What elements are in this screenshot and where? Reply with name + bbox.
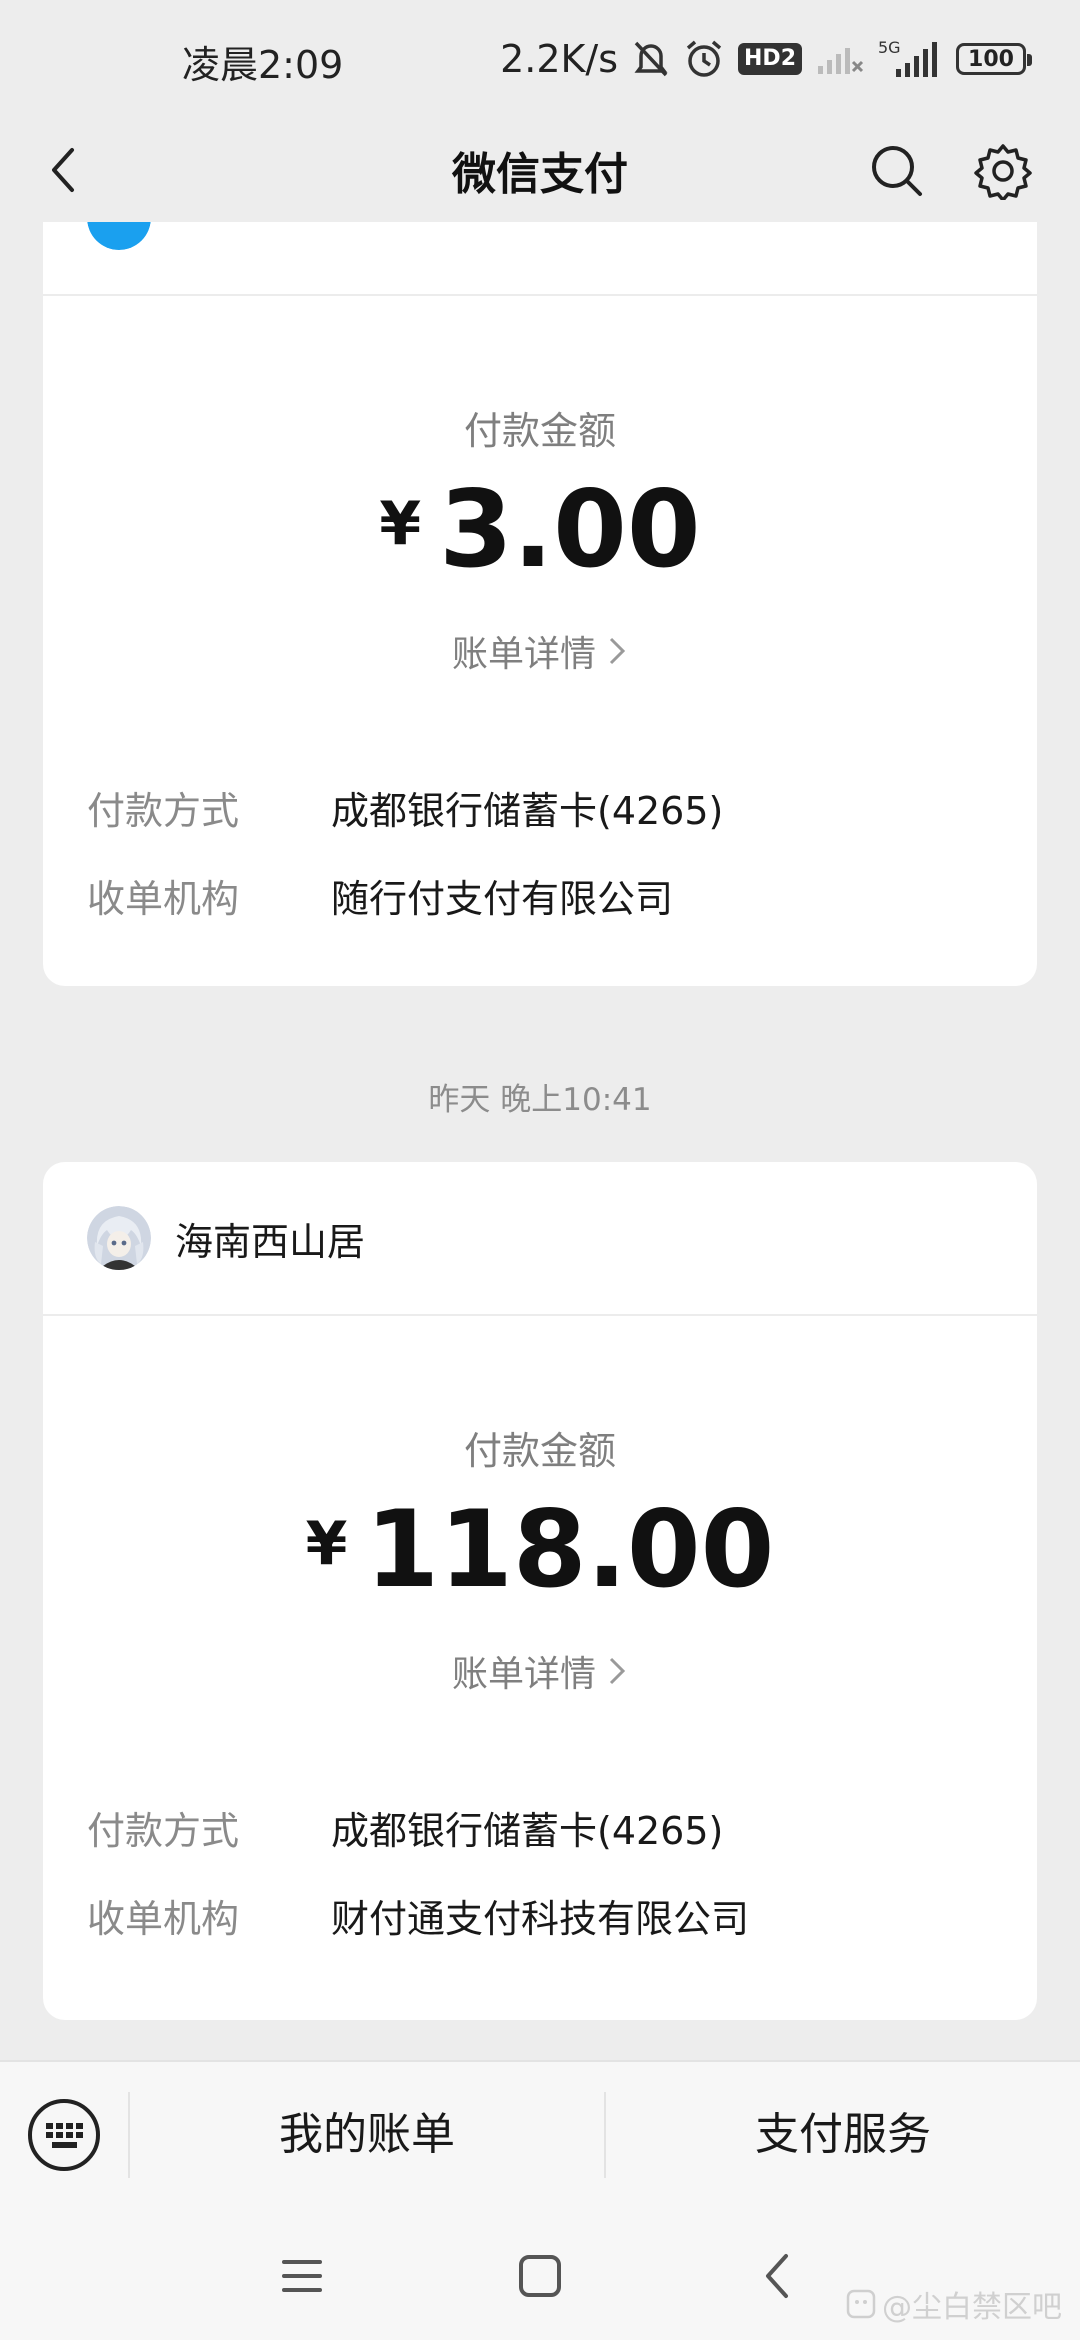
merchant-avatar xyxy=(87,222,151,250)
amount-display: ¥ 118.00 xyxy=(43,1491,1037,1609)
acquirer-value: 随行付支付有限公司 xyxy=(331,876,674,921)
keyboard-icon xyxy=(28,2099,100,2171)
back-button[interactable] xyxy=(40,144,92,196)
amount-value: 118.00 xyxy=(365,1488,775,1611)
network-type: 5G xyxy=(878,39,901,57)
status-indicators: 2.2K/s HD2 5G 100 xyxy=(500,34,1032,84)
search-button[interactable] xyxy=(868,142,924,198)
status-time: 凌晨2:09 xyxy=(182,43,344,87)
payment-card[interactable]: 付款金额 ¥ 3.00 账单详情 付款方式 成都银行储蓄卡(4265) 收单机构… xyxy=(43,222,1037,986)
home-square-icon xyxy=(519,2255,561,2297)
amount-label: 付款金额 xyxy=(463,409,616,453)
acquirer-value: 财付通支付科技有限公司 xyxy=(331,1896,750,1941)
merchant-name: 海南西山居 xyxy=(175,1219,366,1264)
info-row: 收单机构 财付通支付科技有限公司 xyxy=(87,1871,1037,1959)
amount-label: 付款金额 xyxy=(463,1429,616,1473)
payment-info: 付款方式 成都银行储蓄卡(4265) 收单机构 财付通支付科技有限公司 xyxy=(43,1783,1037,1959)
page-title: 微信支付 xyxy=(452,149,628,200)
bill-detail-label: 账单详情 xyxy=(451,1654,596,1695)
currency-symbol: ¥ xyxy=(379,489,422,559)
payment-method-label: 付款方式 xyxy=(87,788,240,833)
settings-button[interactable] xyxy=(974,142,1032,202)
alarm-icon xyxy=(684,39,724,79)
info-row: 收单机构 随行付支付有限公司 xyxy=(87,851,1037,939)
bill-detail-link[interactable]: 账单详情 xyxy=(43,625,1037,677)
net-speed: 2.2K/s xyxy=(500,37,619,81)
currency-symbol: ¥ xyxy=(305,1509,348,1579)
gear-icon xyxy=(974,144,1032,202)
chevron-left-icon xyxy=(52,148,74,192)
chevron-right-icon xyxy=(609,637,626,665)
forum-logo-icon xyxy=(846,2289,876,2319)
payment-services-menu[interactable]: 支付服务 xyxy=(604,2092,1080,2178)
menu-button[interactable] xyxy=(274,2248,330,2304)
bell-muted-icon xyxy=(632,39,670,79)
info-row: 付款方式 成都银行储蓄卡(4265) xyxy=(87,1783,1037,1871)
battery-icon: 100 xyxy=(956,43,1032,75)
bill-detail-label: 账单详情 xyxy=(451,634,596,675)
nav-back-button[interactable] xyxy=(750,2248,806,2304)
merchant-header[interactable]: 海南西山居 xyxy=(43,1162,1037,1316)
chevron-right-icon xyxy=(609,1657,626,1685)
search-icon xyxy=(872,146,922,196)
status-bar: 凌晨2:09 2.2K/s HD2 5G 100 xyxy=(0,0,1080,118)
amount-value: 3.00 xyxy=(439,468,701,591)
payment-method-value: 成都银行储蓄卡(4265) xyxy=(331,1808,724,1853)
home-button[interactable] xyxy=(512,2248,568,2304)
acquirer-label: 收单机构 xyxy=(87,1896,240,1941)
menu-icon xyxy=(282,2260,322,2292)
system-nav-bar: @尘白禁区吧 xyxy=(0,2208,1080,2340)
hd-badge: HD2 xyxy=(738,43,802,75)
watermark: @尘白禁区吧 xyxy=(846,2282,1062,2326)
signal-5g-icon: 5G xyxy=(878,39,942,79)
bottom-menu: 我的账单 支付服务 xyxy=(0,2060,1080,2208)
merchant-header[interactable] xyxy=(43,222,1037,296)
bill-detail-link[interactable]: 账单详情 xyxy=(43,1645,1037,1697)
payment-method-value: 成都银行储蓄卡(4265) xyxy=(331,788,724,833)
payment-info: 付款方式 成都银行储蓄卡(4265) 收单机构 随行付支付有限公司 xyxy=(43,763,1037,939)
back-arrow-icon xyxy=(766,2254,788,2298)
watermark-text: @尘白禁区吧 xyxy=(882,2290,1062,2325)
info-row: 付款方式 成都银行储蓄卡(4265) xyxy=(87,763,1037,851)
payment-method-label: 付款方式 xyxy=(87,1808,240,1853)
acquirer-label: 收单机构 xyxy=(87,876,240,921)
signal-weak-icon xyxy=(816,42,864,76)
message-timestamp: 昨天 晚上10:41 xyxy=(428,1082,652,1118)
payment-card[interactable]: 海南西山居 付款金额 ¥ 118.00 账单详情 付款方式 成都银行储蓄卡(42… xyxy=(43,1162,1037,2020)
keyboard-toggle-button[interactable] xyxy=(0,2092,130,2178)
amount-display: ¥ 3.00 xyxy=(43,471,1037,589)
my-bills-menu[interactable]: 我的账单 xyxy=(130,2092,604,2178)
title-bar: 微信支付 xyxy=(0,118,1080,222)
message-list[interactable]: 付款金额 ¥ 3.00 账单详情 付款方式 成都银行储蓄卡(4265) 收单机构… xyxy=(0,222,1080,2060)
merchant-avatar xyxy=(87,1206,151,1270)
